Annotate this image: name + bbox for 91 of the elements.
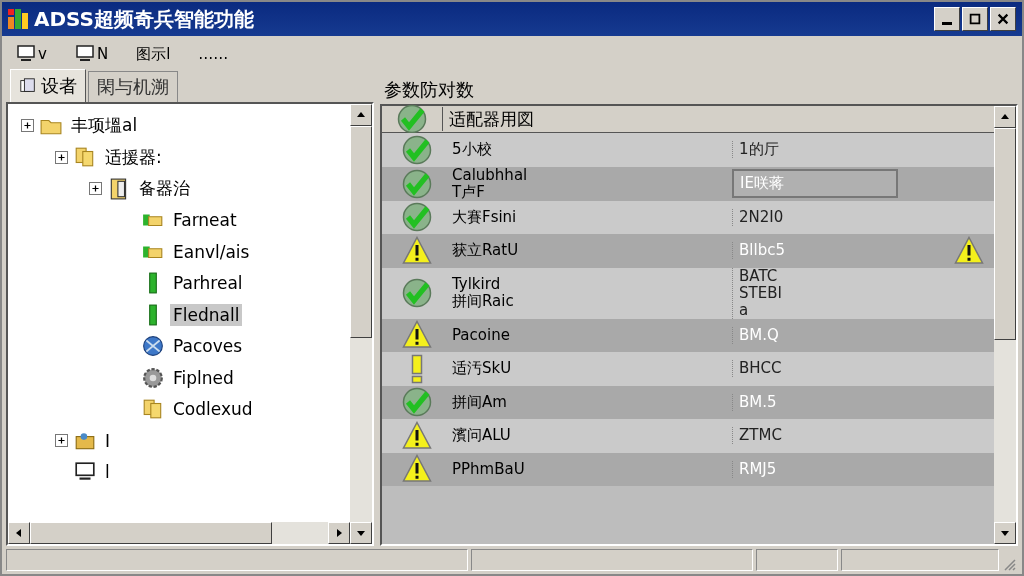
scroll-right-button[interactable] bbox=[328, 522, 350, 544]
list-row[interactable]: Tylkird 拼间Raic BATC STEBI a bbox=[382, 267, 994, 319]
row-name: 5小校 bbox=[452, 141, 493, 159]
tree-item[interactable]: Farneat bbox=[170, 209, 240, 232]
scroll-thumb[interactable] bbox=[994, 128, 1016, 340]
scroll-down-button[interactable] bbox=[994, 522, 1016, 544]
close-button[interactable] bbox=[990, 7, 1016, 31]
scroll-down-button[interactable] bbox=[350, 522, 372, 544]
scroll-thumb[interactable] bbox=[350, 126, 372, 338]
list-row[interactable]: 濱问ALU ZTMC bbox=[382, 419, 994, 453]
tab[interactable]: 设者 bbox=[10, 69, 86, 102]
expand-box[interactable] bbox=[54, 434, 68, 448]
maximize-button[interactable] bbox=[962, 7, 988, 31]
gear-icon bbox=[142, 366, 164, 389]
row-value: RMJ5 bbox=[739, 460, 778, 478]
list-row[interactable]: 获立RatU Bllbc5 bbox=[382, 234, 994, 268]
row-value: IE咲蒋 bbox=[740, 175, 785, 192]
tree-item[interactable]: Eanvl/ais bbox=[170, 240, 253, 263]
row-name: 拼间Raic bbox=[452, 293, 515, 310]
tree-item[interactable]: Pacoves bbox=[170, 335, 246, 358]
menu-item[interactable]: N bbox=[74, 44, 109, 64]
row-name: 适汚SkU bbox=[452, 360, 513, 378]
scroll-up-button[interactable] bbox=[350, 104, 372, 126]
row-value: BHCC bbox=[739, 360, 783, 378]
row-value: ZTMC bbox=[739, 427, 783, 445]
scroll-thumb[interactable] bbox=[30, 522, 272, 544]
list-row[interactable]: PPhmBaU RMJ5 bbox=[382, 452, 994, 486]
folders-icon bbox=[142, 398, 164, 421]
list-row[interactable]: Calubhhal T卢F IE咲蒋 bbox=[382, 166, 994, 201]
arrow-icon bbox=[356, 528, 366, 538]
row-name: Tylkird bbox=[452, 276, 502, 293]
list-row[interactable]: 拼间Am BM.5 bbox=[382, 385, 994, 419]
row-name: Calubhhal bbox=[452, 166, 529, 184]
arrow-icon bbox=[1000, 112, 1010, 122]
tree-item[interactable]: Fiplned bbox=[170, 366, 237, 389]
minimize-icon bbox=[942, 21, 952, 25]
tree-item[interactable]: l bbox=[102, 461, 113, 484]
row-name: T卢F bbox=[452, 183, 486, 201]
menu-item[interactable]: 图示l bbox=[136, 44, 171, 64]
row-name: 大賽Fsini bbox=[452, 208, 518, 226]
folders-icon bbox=[74, 146, 96, 169]
arrow-icon bbox=[14, 528, 24, 538]
arrow-icon bbox=[356, 110, 366, 120]
expand-box[interactable] bbox=[20, 119, 34, 133]
row-value: BATC bbox=[739, 267, 779, 285]
tree-item[interactable]: 备器治 bbox=[136, 176, 193, 202]
row-value: 2N2I0 bbox=[739, 208, 785, 226]
tree-item[interactable]: 适援器: bbox=[102, 144, 165, 170]
row-name: 拼间Am bbox=[452, 393, 508, 411]
row-name: 获立RatU bbox=[452, 242, 520, 260]
scroll-up-button[interactable] bbox=[994, 106, 1016, 128]
header-label: 适配器用図 bbox=[448, 107, 534, 131]
expand-box[interactable] bbox=[54, 150, 68, 164]
check-icon bbox=[397, 104, 427, 134]
row-name: 濱问ALU bbox=[452, 427, 512, 445]
row-value: Bllbc5 bbox=[739, 242, 786, 260]
expand-box[interactable] bbox=[88, 182, 102, 196]
tree-item[interactable]: Parhreal bbox=[170, 272, 246, 295]
arrow-icon bbox=[334, 528, 344, 538]
row-value: 1的厅 bbox=[739, 141, 780, 159]
close-icon bbox=[996, 12, 1010, 26]
tree-item[interactable]: I bbox=[102, 429, 113, 452]
list-row[interactable]: 5小校 1的厅 bbox=[382, 133, 994, 167]
maximize-icon bbox=[968, 12, 982, 26]
list-row[interactable]: 适汚SkU BHCC bbox=[382, 352, 994, 386]
list-row[interactable]: Pacoine BM.Q bbox=[382, 318, 994, 352]
row-value: STEBI bbox=[739, 284, 783, 302]
globe-icon bbox=[142, 335, 164, 358]
row-name: PPhmBaU bbox=[452, 460, 526, 478]
row-value: a bbox=[739, 301, 750, 319]
row-value: BM.5 bbox=[739, 393, 778, 411]
list-row[interactable]: 大賽Fsini 2N2I0 bbox=[382, 200, 994, 234]
menu-item[interactable]: v bbox=[16, 44, 47, 64]
row-name: Pacoine bbox=[452, 326, 511, 344]
tree-item[interactable]: Flednall bbox=[170, 303, 243, 326]
app-logo-icon bbox=[8, 9, 28, 29]
row-value: BM.Q bbox=[739, 326, 780, 344]
vertical-scrollbar[interactable] bbox=[350, 104, 372, 544]
scroll-left-button[interactable] bbox=[8, 522, 30, 544]
vertical-scrollbar[interactable] bbox=[994, 106, 1016, 544]
arrow-icon bbox=[1000, 528, 1010, 538]
page-icon bbox=[19, 77, 37, 95]
menu-item[interactable]: …… bbox=[198, 45, 229, 63]
panel-title: 参数防对数 bbox=[383, 78, 475, 102]
monitor-icon bbox=[16, 44, 36, 64]
window-title: ADSS超频奇兵智能功能 bbox=[34, 5, 255, 33]
minimize-button[interactable] bbox=[934, 7, 960, 31]
tree-item[interactable]: 丰项塭al bbox=[68, 113, 141, 139]
horizontal-scrollbar[interactable] bbox=[8, 522, 350, 544]
tree-item[interactable]: Codlexud bbox=[170, 398, 256, 421]
monitor-icon bbox=[74, 44, 95, 64]
